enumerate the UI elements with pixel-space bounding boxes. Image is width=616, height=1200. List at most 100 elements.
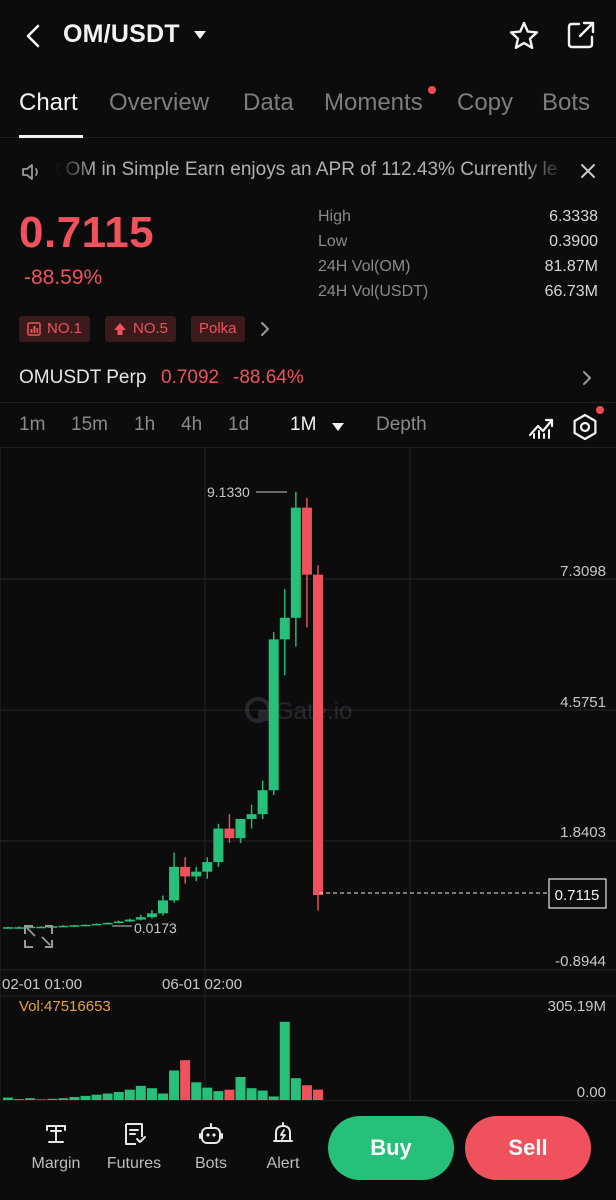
perp-name: OMUSDT Perp: [19, 367, 147, 388]
nav-alert[interactable]: Alert: [245, 1121, 321, 1173]
stat-label: Low: [318, 233, 348, 250]
candle-body: [3, 927, 13, 929]
volume-bar: [290, 1078, 301, 1100]
chevron-right-icon: [583, 371, 591, 385]
volume-bar: [279, 1021, 290, 1100]
stat-high: High 6.3338: [318, 208, 598, 233]
timeframe-4h[interactable]: 4h: [181, 414, 202, 436]
volume-bar: [313, 1089, 323, 1100]
tab-chart[interactable]: Chart: [19, 89, 78, 117]
chevron-right-icon[interactable]: [258, 320, 272, 338]
candle-body: [91, 923, 102, 926]
y-axis-label: 4.5751: [560, 694, 606, 711]
y-axis-label: 1.8403: [560, 824, 606, 841]
volume-bar: [113, 1092, 124, 1100]
timeframe-bar: 1m 15m 1h 4h 1d 1M Depth: [0, 402, 616, 448]
perp-price: 0.7092: [161, 367, 220, 388]
nav-margin[interactable]: Margin: [18, 1121, 94, 1173]
y-axis-label: -0.8944: [555, 953, 606, 970]
low-marker-label: 0.0173: [134, 920, 177, 936]
perp-row[interactable]: OMUSDT Perp 0.7092 -88.64%: [0, 362, 616, 394]
arrow-up-icon: [114, 323, 126, 336]
badge-rank[interactable]: NO.1: [19, 316, 91, 342]
ranking-icon: [27, 322, 41, 336]
candle-body: [202, 862, 213, 872]
fade-right: [525, 156, 565, 186]
x-axis-label: 06-01 02:00: [162, 976, 242, 993]
candle-body: [268, 639, 279, 791]
tab-overview[interactable]: Overview: [109, 89, 209, 117]
candle-body: [36, 926, 47, 929]
nav-futures[interactable]: Futures: [96, 1121, 172, 1173]
volume-bar: [213, 1091, 224, 1100]
candle-body: [113, 921, 124, 923]
y-axis-label: 7.3098: [560, 563, 606, 580]
futures-icon: [125, 1123, 146, 1145]
volume-bar: [235, 1076, 246, 1100]
indicator-icon[interactable]: [527, 413, 555, 441]
tab-copy[interactable]: Copy: [457, 89, 513, 117]
nav-label: Bots: [194, 1155, 227, 1172]
volume-bar: [301, 1085, 312, 1100]
candle-body: [235, 818, 246, 839]
stat-label: 24H Vol(OM): [318, 258, 411, 275]
back-arrow-icon[interactable]: [20, 22, 48, 50]
candle-body: [290, 507, 301, 618]
volume-bar: [135, 1085, 146, 1100]
tab-bots[interactable]: Bots: [542, 89, 590, 117]
timeframe-1m[interactable]: 1m: [19, 414, 45, 436]
candle-body: [279, 617, 290, 640]
announcement-bar[interactable]: t OM in Simple Earn enjoys an APR of 112…: [0, 152, 616, 192]
alert-icon: [273, 1122, 293, 1142]
stat-value: 6.3338: [549, 208, 598, 225]
timeframe-1h[interactable]: 1h: [134, 414, 155, 436]
volume-bar: [202, 1087, 213, 1100]
buy-button[interactable]: Buy: [328, 1116, 454, 1180]
tab-depth[interactable]: Depth: [376, 414, 427, 436]
price-change: -88.59%: [24, 266, 103, 289]
candle-body: [246, 814, 257, 819]
badge-ecosystem[interactable]: Polka: [191, 316, 245, 342]
candle-body: [191, 871, 202, 877]
candlestick-chart[interactable]: Gate.io 7.3098 4.5751 1.8403 -0.8944 02-…: [0, 448, 616, 1100]
timeframe-15m[interactable]: 15m: [71, 414, 108, 436]
volume-min-label: 0.00: [577, 1084, 606, 1100]
fullscreen-icon[interactable]: [24, 925, 53, 948]
close-icon[interactable]: [579, 162, 597, 180]
volume-layer: [3, 1021, 323, 1100]
badge-rise[interactable]: NO.5: [105, 316, 177, 342]
timeframe-1M[interactable]: 1M: [290, 414, 316, 436]
candle-body: [146, 913, 157, 918]
nav-bots[interactable]: Bots: [173, 1121, 249, 1173]
share-icon[interactable]: [566, 20, 596, 50]
caret-down-icon[interactable]: [332, 423, 344, 432]
nav-label: Alert: [266, 1155, 300, 1172]
speaker-icon: [22, 164, 38, 180]
candle-body: [158, 900, 168, 914]
candle-body: [58, 925, 69, 928]
sell-button[interactable]: Sell: [465, 1116, 591, 1180]
watermark: Gate.io: [245, 697, 352, 725]
timeframe-1d[interactable]: 1d: [228, 414, 249, 436]
candle-body: [180, 866, 191, 877]
tab-moments[interactable]: Moments: [324, 89, 423, 117]
tab-bar: Chart Overview Data Moments Copy Bots: [0, 82, 616, 138]
announcement-text: t OM in Simple Earn enjoys an APR of 112…: [55, 159, 558, 180]
settings-icon[interactable]: [570, 412, 600, 442]
volume-bar: [146, 1088, 157, 1100]
volume-bar: [191, 1082, 202, 1100]
pair-title[interactable]: OM/USDT: [63, 20, 180, 49]
caret-down-icon[interactable]: [193, 30, 207, 40]
notification-dot: [596, 406, 604, 414]
margin-icon: [46, 1125, 66, 1143]
badge-label: NO.5: [133, 320, 169, 337]
volume-bar: [246, 1088, 257, 1100]
star-icon[interactable]: [508, 20, 540, 52]
header: OM/USDT: [0, 0, 616, 72]
badge-label: Polka: [199, 320, 237, 337]
stat-vol-quote: 24H Vol(USDT) 66.73M: [318, 283, 598, 308]
tab-data[interactable]: Data: [243, 89, 294, 117]
stat-value: 0.3900: [549, 233, 598, 250]
candle-body: [80, 924, 91, 927]
x-axis-label: 02-01 01:00: [2, 976, 82, 993]
